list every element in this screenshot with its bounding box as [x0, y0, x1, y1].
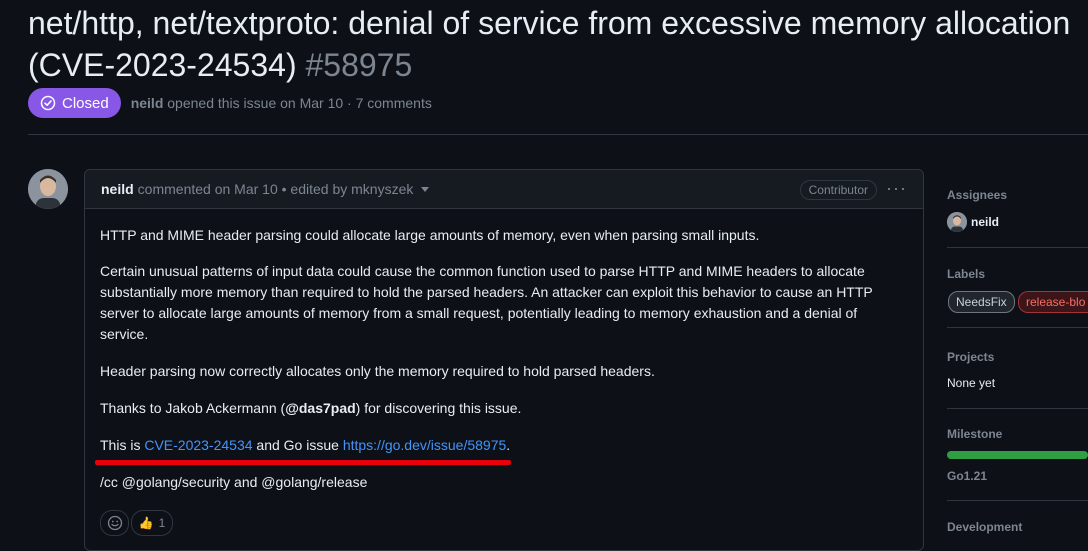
assignee-avatar-image — [947, 212, 967, 232]
comment-paragraph-5: This is CVE-2023-24534 and Go issue http… — [100, 435, 900, 456]
comment-paragraph-1: HTTP and MIME header parsing could alloc… — [100, 227, 760, 243]
mention-das7pad[interactable]: @das7pad — [285, 400, 355, 416]
development-heading: Development — [947, 520, 1023, 534]
labels-heading: Labels — [947, 267, 986, 281]
status-text: Closed — [62, 94, 109, 112]
comment-author-link[interactable]: neild — [101, 181, 134, 197]
projects-heading: Projects — [947, 350, 995, 364]
kebab-icon[interactable]: ··· — [886, 179, 907, 197]
comment-paragraph-2-line-4: service. — [100, 326, 149, 342]
go-issue-link[interactable]: https://go.dev/issue/58975 — [343, 437, 506, 453]
comment-paragraph-3: Header parsing now correctly allocates o… — [100, 363, 655, 379]
contributor-badge: Contributor — [799, 180, 877, 200]
comment-paragraph-4: Thanks to Jakob Ackermann (@das7pad) for… — [100, 398, 900, 419]
milestone-value[interactable]: Go1.21 — [947, 469, 987, 483]
thumbs-up-reaction[interactable]: 👍 1 — [131, 510, 173, 536]
thumbs-up-icon: 👍 — [138, 516, 154, 530]
issue-title-line1: net/http, net/textproto: denial of servi… — [28, 5, 1071, 41]
issue-author-link[interactable]: neild — [131, 95, 164, 111]
assignee-name[interactable]: neild — [971, 215, 999, 229]
issue-meta: Closed neild opened this issue on Mar 10… — [28, 88, 432, 118]
issue-title: net/http, net/textproto: denial of servi… — [28, 2, 1088, 86]
add-reaction-button[interactable] — [100, 510, 129, 536]
label-release-blocker[interactable]: release-blo — [1018, 291, 1088, 313]
comment-paragraph-2: Certain unusual patterns of input data c… — [100, 261, 900, 345]
comment-meta: commented on Mar 10 • edited by mknyszek — [137, 181, 414, 197]
issue-number: #58975 — [305, 47, 413, 83]
comment-header: neild commented on Mar 10 • edited by mk… — [85, 170, 923, 209]
sidebar-divider — [947, 500, 1088, 501]
header-divider — [28, 134, 1088, 135]
sidebar-divider — [947, 327, 1088, 328]
status-badge: Closed — [28, 88, 121, 118]
avatar-image — [28, 169, 68, 209]
issue-title-line2: (CVE-2023-24534) — [28, 47, 297, 83]
assignees-heading: Assignees — [947, 188, 1008, 202]
cve-text-pre: This is — [100, 437, 145, 453]
cve-text-post: . — [506, 437, 511, 453]
annotation-underline — [95, 460, 511, 465]
sidebar-divider — [947, 408, 1088, 409]
milestone-heading: Milestone — [947, 427, 1003, 441]
comment-paragraph-6: /cc @golang/security and @golang/release — [100, 474, 368, 490]
issue-meta-text: opened this issue on Mar 10 · 7 comments — [167, 95, 432, 111]
cve-link[interactable]: CVE-2023-24534 — [144, 437, 252, 453]
smiley-icon — [107, 515, 122, 531]
comment-paragraph-2-line-2: substantially more memory than required … — [100, 284, 873, 300]
milestone-progress-bar — [947, 451, 1088, 459]
sidebar-divider — [947, 247, 1088, 248]
thanks-text-pre: Thanks to Jakob Ackermann ( — [100, 400, 286, 416]
edit-history-caret-icon[interactable] — [421, 186, 430, 192]
thanks-text-post: ) for discovering this issue. — [355, 400, 522, 416]
projects-value: None yet — [947, 376, 996, 390]
comment-paragraph-2-line-1: Certain unusual patterns of input data c… — [100, 263, 865, 279]
cve-text-mid: and Go issue — [252, 437, 343, 453]
assignee-avatar[interactable] — [947, 212, 967, 232]
comment-paragraph-2-line-3: server to allocate large amounts of memo… — [100, 305, 858, 321]
thumbs-up-count: 1 — [158, 516, 166, 530]
closed-check-icon — [40, 95, 56, 111]
avatar[interactable] — [28, 169, 68, 209]
label-needsfix[interactable]: NeedsFix — [948, 291, 1015, 313]
